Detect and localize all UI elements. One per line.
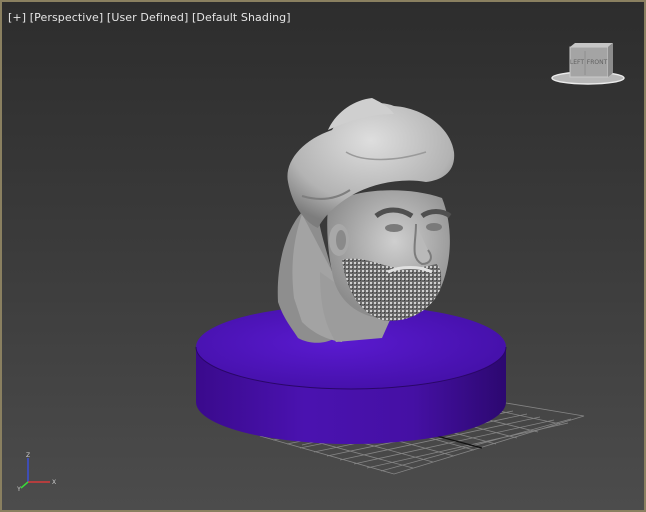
viewcube-top-face (570, 43, 613, 47)
y-axis-label: Y (16, 486, 21, 492)
perspective-viewport[interactable]: [+] [Perspective] [User Defined] [Defaul… (0, 0, 646, 512)
y-axis-line (20, 481, 29, 489)
viewcube-right-face (608, 43, 613, 77)
viewcube-widget[interactable]: LEFT FRONT (548, 40, 628, 88)
viewcube-front-label: FRONT (587, 59, 608, 66)
viewcube-left-label: LEFT (570, 59, 584, 66)
axis-tripod-icon: Z X Y (16, 452, 56, 492)
bust-model (277, 98, 455, 343)
x-axis-label: X (52, 479, 56, 486)
z-axis-label: Z (26, 452, 30, 459)
